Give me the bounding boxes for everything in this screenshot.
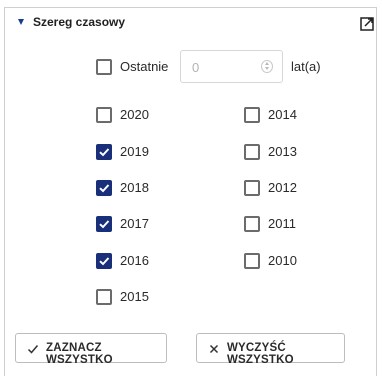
year-checkbox-2011[interactable] xyxy=(244,216,260,232)
year-checkbox-2016[interactable] xyxy=(96,253,112,269)
year-checkbox-2020[interactable] xyxy=(96,107,112,123)
year-label-2020: 2020 xyxy=(120,107,149,122)
close-icon xyxy=(209,344,219,354)
year-checkbox-2019[interactable] xyxy=(96,144,112,160)
year-label-2013: 2013 xyxy=(268,144,297,159)
year-label-2016: 2016 xyxy=(120,253,149,268)
year-checkbox-2018[interactable] xyxy=(96,180,112,196)
caret-down-icon[interactable] xyxy=(18,19,24,25)
year-checkbox-2015[interactable] xyxy=(96,289,112,305)
spinner-icon[interactable] xyxy=(261,60,273,73)
select-all-label: ZAZNACZ WSZYSTKO xyxy=(46,342,113,366)
select-all-button[interactable]: ZAZNACZ WSZYSTKO xyxy=(15,333,167,366)
last-years-value: 0 xyxy=(192,60,200,75)
year-label-2015: 2015 xyxy=(120,289,149,304)
open-external-icon[interactable] xyxy=(360,17,374,31)
year-label-2017: 2017 xyxy=(120,216,149,231)
panel-title: Szereg czasowy xyxy=(33,15,126,29)
year-checkbox-2012[interactable] xyxy=(244,180,260,196)
year-checkbox-2010[interactable] xyxy=(244,253,260,269)
year-checkbox-2014[interactable] xyxy=(244,107,260,123)
year-label-2012: 2012 xyxy=(268,180,297,195)
years-suffix: lat(a) xyxy=(291,59,321,74)
last-years-checkbox[interactable] xyxy=(96,59,112,75)
year-label-2010: 2010 xyxy=(268,253,297,268)
panel-header[interactable]: Szereg czasowy xyxy=(5,8,376,38)
year-label-2011: 2011 xyxy=(268,216,296,231)
year-label-2019: 2019 xyxy=(120,144,149,159)
year-checkbox-2013[interactable] xyxy=(244,144,260,160)
year-checkbox-2017[interactable] xyxy=(96,216,112,232)
time-series-panel: Szereg czasowy Ostatnie 0 lat(a) 2020 20… xyxy=(4,7,377,376)
last-years-label: Ostatnie xyxy=(120,59,169,74)
year-label-2014: 2014 xyxy=(268,107,297,122)
clear-all-button[interactable]: WYCZYŚĆ WSZYSTKO xyxy=(196,333,345,366)
last-years-input[interactable]: 0 xyxy=(180,50,283,83)
clear-all-label: WYCZYŚĆ WSZYSTKO xyxy=(227,342,294,366)
year-label-2018: 2018 xyxy=(120,180,149,195)
check-icon xyxy=(27,345,39,354)
